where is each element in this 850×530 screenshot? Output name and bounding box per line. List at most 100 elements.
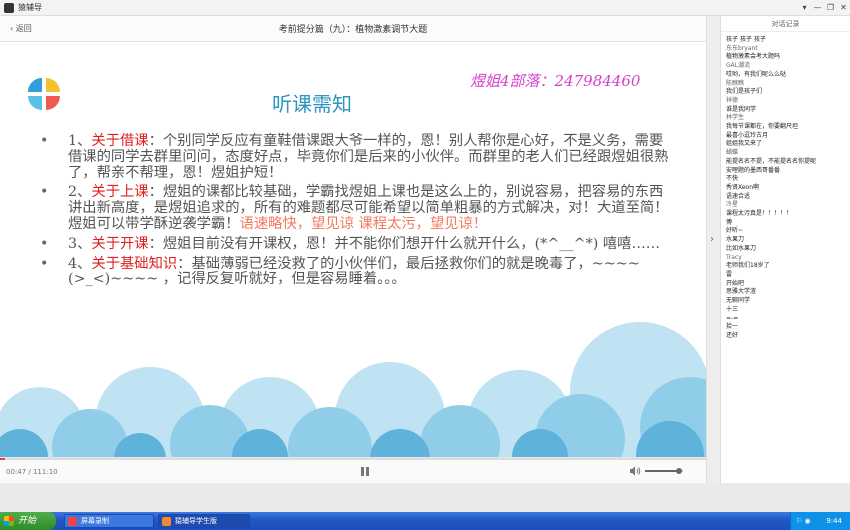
slide-canvas: 听课需知 煜姐4部落：247984460 1、关于借课：个别同学反应有童鞋借课跟…: [0, 42, 706, 457]
recorder-icon: [68, 517, 77, 526]
chat-message: 语速合适: [726, 193, 846, 202]
chat-message: 思雅大学渣: [726, 288, 846, 297]
notice-number: 2、: [68, 184, 92, 201]
notice-keyword: 关于基础知识: [91, 255, 178, 272]
yuanfudao-icon: [162, 517, 171, 526]
minimize-button[interactable]: —: [811, 0, 824, 16]
notice-item: 3、关于开课：煜姐目前没有开课权，恩！并不能你们想开什么就开什么，(*^__^*…: [40, 235, 676, 253]
chat-text: 无聊同学: [726, 297, 751, 305]
menu-dropdown-icon[interactable]: ▾: [798, 0, 811, 16]
course-title: 考前提分篇（九）：植物激素调节大题: [278, 25, 428, 35]
volume-icon[interactable]: [629, 466, 641, 476]
chat-username: Tracy: [726, 253, 742, 261]
chat-message: 祥德 谁是我同学: [726, 97, 846, 114]
chat-text: 还好: [726, 331, 739, 339]
chat-text: 水果刀: [726, 236, 745, 244]
chat-message: 孩子 孩子 孩子: [726, 36, 846, 45]
chat-message: 冷星 课程太污真是！！！！！: [726, 201, 846, 218]
chat-collapse-toggle[interactable]: ›: [706, 16, 720, 483]
chat-text: 孩子 孩子 孩子: [726, 36, 766, 43]
chat-list[interactable]: 孩子 孩子 孩子东东bryant 植物激素会考大题吗 GAL潮流 哎哟，有我们呢么么哒…: [721, 32, 850, 341]
chat-text: 我每节课都在，你要翻尺坦: [726, 123, 799, 131]
maximize-button[interactable]: ❐: [824, 0, 837, 16]
progress-bar[interactable]: [0, 458, 706, 460]
taskbar: 开始 屏幕录制 猿辅导学生版 ⚐ ◉ 9:44: [0, 512, 850, 530]
player-controls: 00:47 / 111:10: [0, 457, 706, 483]
chat-username: 陈瞧瞧: [726, 79, 745, 87]
chat-message: 安哩题的墨西哥番番: [726, 167, 846, 176]
system-tray: ⚐ ◉ 9:44: [790, 512, 850, 530]
volume-fill: [645, 470, 680, 472]
chat-text: 课程太污真是！！！！！: [726, 210, 793, 218]
chat-text: 秀贤Xeon啊: [726, 183, 760, 191]
chat-username: GAL潮流: [726, 62, 751, 70]
chat-message: 不快: [726, 175, 846, 184]
chat-text: =-=: [726, 314, 739, 322]
chat-text: 语速合适: [726, 192, 751, 200]
chat-message: 拾一: [726, 323, 846, 332]
chat-message: =-=: [726, 315, 846, 324]
chat-username: 祥德: [726, 96, 739, 104]
notice-number: 3、: [68, 235, 92, 252]
start-label: 开始: [18, 516, 37, 526]
cloud-decoration: [0, 322, 706, 457]
qq-group-text: 煜姐4部落：247984460: [470, 72, 641, 90]
chat-username: 林学生: [726, 114, 745, 122]
chat-message: 还好: [726, 332, 846, 341]
notice-number: 4、: [68, 255, 92, 272]
start-button[interactable]: 开始: [0, 512, 56, 530]
chat-message: 东东bryant 植物激素会考大题吗: [726, 45, 846, 62]
chat-message: 陈瞧瞧 我们是孩子们: [726, 80, 846, 97]
chat-message: Tracy 老师我们18岁了: [726, 254, 846, 271]
chat-message: 无聊同学: [726, 297, 846, 306]
desktop-background: [0, 483, 850, 512]
volume-knob[interactable]: [676, 468, 683, 474]
chat-message: 蝴蝶 能提名名不提，不能提名名你提呢: [726, 149, 846, 166]
chat-username: 冷星: [726, 201, 739, 209]
clock[interactable]: 9:44: [826, 512, 842, 530]
volume-slider[interactable]: [645, 468, 683, 474]
chat-text: 比如水果刀: [726, 244, 757, 252]
course-topbar: ‹ 返回 考前提分篇（九）：植物激素调节大题: [0, 16, 706, 42]
chat-text: 能提名名不提，不能提名名你提呢: [726, 157, 817, 165]
notice-keyword: 关于借课: [91, 133, 149, 149]
logo-icon: [28, 78, 60, 110]
notice-keyword: 关于上课: [91, 184, 149, 201]
chat-text: 哎哟，有我们呢么么哒: [726, 70, 787, 78]
pause-icon-bar: [361, 467, 364, 476]
chat-text: 老师我们18岁了: [726, 262, 770, 270]
chat-text: 安哩题的墨西哥番番: [726, 166, 781, 174]
notice-highlight: 语速略快，望见谅 课程太污，望见谅！: [239, 215, 488, 232]
window-controls: ▾ — ❐ ✕: [798, 0, 850, 16]
playback-time: 00:47 / 111:10: [6, 468, 58, 476]
slide-heading: 听课需知: [272, 92, 352, 116]
chat-text: 拾一: [726, 323, 739, 331]
progress-fill: [0, 458, 5, 460]
chat-message: 比如水果刀: [726, 245, 846, 254]
tray-icons[interactable]: ⚐ ◉: [796, 517, 811, 525]
chat-message: GAL潮流 哎哟，有我们呢么么哒: [726, 62, 846, 79]
taskbar-item-yuanfudao[interactable]: 猿辅导学生版: [158, 514, 250, 528]
taskbar-item-label: 屏幕录制: [81, 517, 109, 525]
close-button[interactable]: ✕: [837, 0, 850, 16]
chat-text: 姐姐我又来了: [726, 140, 763, 148]
chat-message: 十三: [726, 306, 846, 315]
chat-title: 对话记录: [721, 16, 850, 32]
pause-icon-bar: [366, 467, 369, 476]
chat-message: 水果刀: [726, 236, 846, 245]
chat-text: 傅: [726, 218, 733, 226]
chat-message: 林学生 我每节课都在，你要翻尺坦: [726, 114, 846, 131]
notice-keyword: 关于开课: [91, 235, 149, 252]
chat-text: 思雅大学渣: [726, 288, 757, 296]
taskbar-item-screen-recorder[interactable]: 屏幕录制: [64, 514, 154, 528]
chat-panel: 对话记录 孩子 孩子 孩子东东bryant 植物激素会考大题吗 GAL潮流 哎哟，有我…: [720, 16, 850, 483]
chat-text: 好听~: [726, 227, 744, 235]
chat-message: 傅: [726, 219, 846, 228]
notice-body: ：煜姐目前没有开课权，恩！并不能你们想开什么就开什么，(*^__^*) 嘻嘻……: [148, 235, 661, 252]
pause-button[interactable]: [361, 467, 369, 476]
taskbar-item-label: 猿辅导学生版: [175, 517, 217, 525]
window-titlebar: 猿辅导 ▾ — ❐ ✕: [0, 0, 850, 16]
notice-number: 1、: [68, 133, 92, 149]
notice-item: 4、关于基础知识：基础薄弱已经没救了的小伙伴们，最后拯救你们的就是晚毒了，~~~…: [40, 255, 676, 289]
chat-message: 好听~: [726, 227, 846, 236]
